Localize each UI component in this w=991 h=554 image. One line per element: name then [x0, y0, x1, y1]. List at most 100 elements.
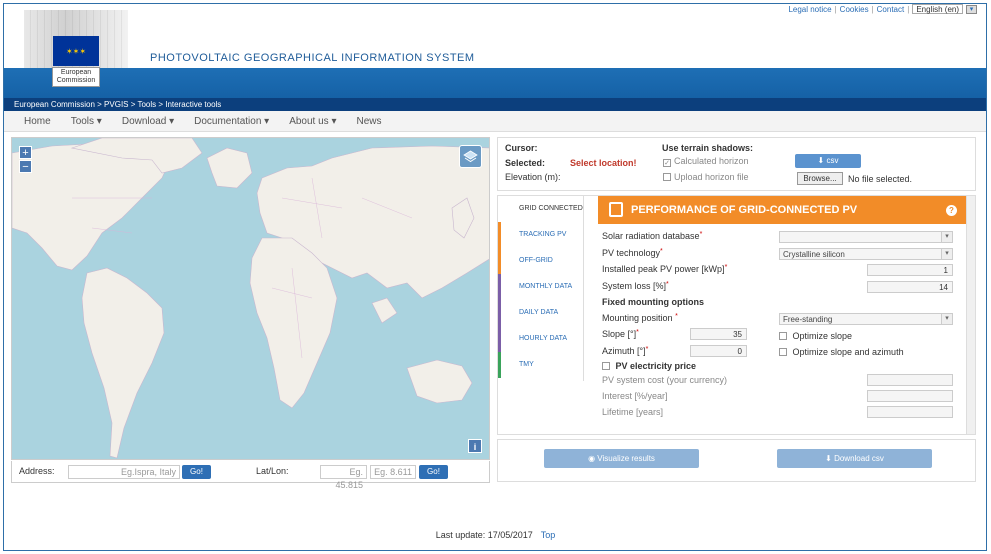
nav-about-us[interactable]: About us ▾ [289, 116, 336, 127]
actions-bar: ◉ Visualize results ⬇ Download csv [497, 439, 976, 482]
pv-tech-label: PV technology* [602, 248, 663, 258]
system-loss-input[interactable]: 14 [867, 281, 953, 293]
zoom-in-button[interactable]: + [19, 146, 32, 159]
tab-tmy[interactable]: TMY [498, 352, 583, 378]
eu-flag-icon: ✶✶✶ [53, 36, 99, 66]
app-title: PHOTOVOLTAIC GEOGRAPHICAL INFORMATION SY… [150, 52, 475, 64]
eye-icon: ◉ [588, 454, 598, 463]
csv-button-label: csv [826, 156, 839, 165]
map-info-button[interactable]: i [468, 439, 482, 453]
help-icon[interactable]: ? [946, 205, 957, 216]
latlon-go-button[interactable]: Go! [419, 465, 448, 479]
tab-monthly-data[interactable]: MONTHLY DATA [498, 274, 583, 300]
mounting-position-select[interactable]: Free-standing [779, 313, 953, 325]
nav-download[interactable]: Download ▾ [122, 116, 174, 127]
address-input[interactable]: Eg.Ispra, Italy [68, 465, 180, 479]
main-nav: Home Tools ▾ Download ▾ Documentation ▾ … [4, 111, 986, 132]
pv-price-option[interactable]: PV electricity price [602, 361, 696, 371]
grid-connected-icon [609, 202, 623, 217]
panel-header: PERFORMANCE OF GRID-CONNECTED PV ? [598, 196, 967, 224]
cursor-panel: Cursor: Selected: Select location! Eleva… [497, 137, 976, 191]
csv-button[interactable]: ⬇ csv [795, 154, 861, 168]
upload-horizon-option[interactable]: Upload horizon file [663, 172, 749, 182]
azimuth-input[interactable]: 0 [690, 345, 747, 357]
tab-daily-data[interactable]: DAILY DATA [498, 300, 583, 326]
tab-hourly-data[interactable]: HOURLY DATA [498, 326, 583, 352]
solar-db-select[interactable] [779, 231, 953, 243]
required-marker: * [645, 346, 649, 353]
download-csv-button[interactable]: ⬇ Download csv [777, 449, 932, 468]
nav-tools[interactable]: Tools ▾ [71, 116, 102, 127]
zoom-out-button[interactable]: − [19, 160, 32, 173]
upload-horizon-label: Upload horizon file [674, 172, 749, 182]
required-marker: * [699, 231, 703, 238]
tab-tracking-pv[interactable]: TRACKING PV [498, 222, 583, 248]
footer: Last update: 17/05/2017 Top [0, 530, 991, 540]
calculator-panel: GRID CONNECTED TRACKING PV OFF-GRID MONTHLY… [497, 195, 976, 435]
slope-label: Slope [°]* [602, 329, 639, 339]
pv-price-label: PV electricity price [615, 361, 697, 371]
nav-documentation[interactable]: Documentation ▾ [194, 116, 269, 127]
pv-price-checkbox[interactable] [602, 362, 610, 370]
terrain-shadows-title: Use terrain shadows: [662, 143, 754, 153]
fixed-mounting-title: Fixed mounting options [602, 297, 704, 307]
optimize-slope-azimuth-option[interactable]: Optimize slope and azimuth [779, 347, 904, 357]
panel-title: PERFORMANCE OF GRID-CONNECTED PV [631, 204, 858, 216]
elevation-label: Elevation (m): [505, 172, 561, 182]
top-link[interactable]: Top [541, 530, 556, 540]
interest-input[interactable] [867, 390, 953, 402]
header-blue-bar [4, 68, 986, 98]
system-cost-label: PV system cost (your currency) [602, 375, 728, 385]
tool-tabs: GRID CONNECTED TRACKING PV OFF-GRID MONTHLY… [498, 196, 584, 381]
slope-input[interactable]: 35 [690, 328, 747, 340]
nav-home[interactable]: Home [24, 116, 51, 127]
calculated-horizon-option[interactable]: ✓ Calculated horizon [663, 156, 749, 167]
visualize-results-button[interactable]: ◉ Visualize results [544, 449, 699, 468]
latlon-label: Lat/Lon: [256, 466, 289, 476]
tab-off-grid[interactable]: OFF-GRID [498, 248, 583, 274]
download-csv-label: Download csv [834, 454, 884, 463]
calculated-horizon-label: Calculated horizon [674, 156, 749, 166]
breadcrumb: European Commission > PVGIS > Tools > In… [4, 98, 986, 111]
optimize-slope-option[interactable]: Optimize slope [779, 331, 852, 341]
system-cost-input[interactable] [867, 374, 953, 386]
peak-power-label: Installed peak PV power [kWp]* [602, 264, 727, 274]
system-loss-label-text: System loss [%] [602, 281, 667, 291]
lat-input[interactable]: Eg. 45.815 [320, 465, 367, 490]
last-update-text: Last update: 17/05/2017 [435, 530, 533, 540]
lifetime-input[interactable] [867, 406, 953, 418]
nav-news[interactable]: News [356, 116, 381, 127]
mounting-position-label: Mounting position * [602, 313, 678, 323]
pv-tech-select[interactable]: Crystalline silicon [779, 248, 953, 260]
world-map[interactable]: + − i [11, 137, 490, 460]
solar-db-label-text: Solar radiation database [602, 231, 700, 241]
browse-button[interactable]: Browse... [797, 172, 843, 185]
peak-power-input[interactable]: 1 [867, 264, 953, 276]
calculated-horizon-checkbox[interactable]: ✓ [663, 159, 671, 167]
selected-label: Selected: [505, 158, 546, 168]
ec-logo-text: European Commission [52, 67, 100, 87]
tab-grid-connected[interactable]: GRID CONNECTED [498, 196, 583, 222]
map-landmasses [12, 138, 489, 459]
required-marker: * [666, 281, 669, 288]
lifetime-label: Lifetime [years] [602, 407, 664, 417]
lon-input[interactable]: Eg. 8.611 [370, 465, 416, 479]
peak-power-label-text: Installed peak PV power [kWp] [602, 264, 725, 274]
panel-scrollbar[interactable] [966, 196, 975, 434]
cursor-label: Cursor: [505, 143, 538, 153]
selected-value: Select location! [570, 158, 637, 168]
interest-label: Interest [%/year] [602, 391, 668, 401]
address-bar: Address: Eg.Ispra, Italy Go! Lat/Lon: Eg… [11, 461, 490, 490]
optimize-slope-checkbox[interactable] [779, 332, 787, 340]
required-marker: * [636, 329, 639, 336]
optimize-slope-azimuth-checkbox[interactable] [779, 348, 787, 356]
no-file-text: No file selected. [848, 174, 913, 184]
address-go-button[interactable]: Go! [182, 465, 211, 479]
upload-horizon-checkbox[interactable] [663, 173, 671, 181]
pv-tech-label-text: PV technology [602, 248, 661, 258]
system-loss-label: System loss [%]* [602, 281, 669, 291]
solar-db-label: Solar radiation database* [602, 231, 702, 241]
layers-icon[interactable] [459, 145, 482, 168]
slope-label-text: Slope [°] [602, 329, 637, 339]
address-label: Address: [19, 466, 55, 476]
